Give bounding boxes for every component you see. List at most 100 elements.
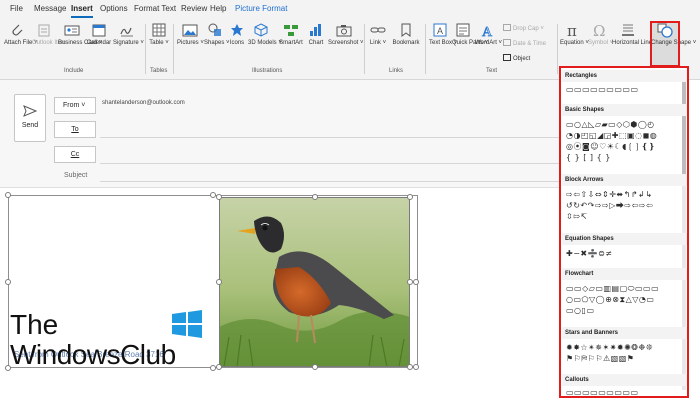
svg-text:π: π: [567, 22, 577, 38]
tab-picture-format[interactable]: Picture Format: [235, 4, 287, 13]
business-card-button[interactable]: Business Card ˅: [58, 22, 102, 47]
resize-handle[interactable]: [216, 364, 222, 370]
tab-insert[interactable]: Insert: [71, 4, 93, 13]
picture-icon: [182, 22, 198, 38]
shape-row[interactable]: ⇳⇰↸: [566, 212, 588, 222]
text-box-button[interactable]: A Text Box ˅: [429, 22, 457, 47]
shape-row[interactable]: ▭○△◺▱▰▭◇⬡⬢◯◴: [566, 120, 655, 130]
group-label-illustrations: Illustrations: [252, 68, 283, 74]
shape-row[interactable]: ✚−✖➗⊜≠: [566, 249, 612, 259]
menu-tab-bar: File Message Insert Options Format Text …: [0, 0, 700, 20]
wordart-button[interactable]: A WordArt ˅: [475, 22, 502, 47]
object-button[interactable]: Object: [503, 54, 530, 62]
section-title-basic-shapes: Basic Shapes: [565, 107, 605, 113]
shape-row[interactable]: ◎⦿◙☺♡☀☾◖❲❳❴❵: [566, 142, 656, 152]
attach-file-button[interactable]: Attach File ˅: [4, 22, 38, 47]
section-title-stars-and-banners: Stars and Banners: [565, 330, 619, 336]
quick-parts-icon: [455, 22, 471, 38]
pictures-button[interactable]: Pictures ˅: [177, 22, 204, 47]
horizontal-line-button[interactable]: Horizontal Line: [612, 22, 652, 47]
drop-cap-button[interactable]: Drop Cap ˅: [503, 24, 544, 32]
resize-handle[interactable]: [216, 279, 222, 285]
from-button[interactable]: From ˅: [54, 97, 96, 114]
svg-text:Ω: Ω: [593, 22, 605, 38]
resize-handle[interactable]: [5, 279, 11, 285]
3d-models-button[interactable]: 3D Models ˅: [248, 22, 282, 47]
shapes-icon: [207, 22, 223, 38]
tab-message[interactable]: Message: [34, 4, 66, 13]
signature-icon: [119, 22, 135, 38]
tab-help[interactable]: Help: [210, 4, 226, 13]
omega-icon: Ω: [591, 22, 607, 40]
tab-file[interactable]: File: [10, 4, 23, 13]
symbol-button[interactable]: Ω Symbol ˅: [588, 22, 613, 47]
smartart-icon: [283, 22, 299, 38]
send-button[interactable]: Send: [14, 94, 46, 142]
subject-field[interactable]: [100, 181, 560, 182]
message-header: Send From ˅ shantelanderson@outlook.com …: [0, 80, 560, 188]
signature-button[interactable]: Signature ˅: [113, 22, 144, 47]
table-button[interactable]: Table ˅: [148, 22, 170, 47]
section-title-rectangles: Rectangles: [565, 73, 598, 79]
gallery-scroll-thumb[interactable]: [682, 74, 686, 184]
group-label-links: Links: [389, 68, 404, 74]
watermark-logo: The WindowsClub: [10, 310, 210, 370]
link-button[interactable]: Link ˅: [368, 22, 388, 47]
chart-button[interactable]: Chart: [307, 22, 325, 47]
resize-handle[interactable]: [407, 194, 413, 200]
shape-row[interactable]: ▭○▯▭: [566, 306, 595, 316]
bookmark-button[interactable]: Bookmark: [391, 22, 421, 47]
screenshot-button[interactable]: Screenshot ˅: [328, 22, 364, 47]
shape-row[interactable]: ▭▭▭▭▭▭▭▭▭: [566, 85, 639, 95]
resize-handle[interactable]: [5, 192, 11, 198]
resize-handle[interactable]: [413, 364, 419, 370]
windows-logo-icon: [172, 310, 202, 338]
shape-row[interactable]: ✹✸☆✴✵✶✷✹✺❂❉❊: [566, 343, 653, 353]
resize-handle[interactable]: [216, 194, 222, 200]
group-separator: [173, 24, 174, 74]
quick-parts-button[interactable]: Quick Parts ˅: [452, 22, 488, 47]
horizontal-line-icon: [620, 22, 636, 38]
shape-row[interactable]: ↺↻↶↷⇨⇨▷⮕⇨⇦⇨⇦: [566, 201, 653, 211]
tab-review[interactable]: Review: [181, 4, 207, 13]
link-icon: [370, 22, 386, 38]
svg-text:A: A: [437, 26, 443, 36]
to-button[interactable]: To: [54, 121, 96, 138]
shape-row[interactable]: ▭▭◇▱▭▥▤▢⬭▭▭▭: [566, 284, 659, 294]
shape-row[interactable]: ⚑⚐⛿⚐⚐⚠▧▧⚑: [566, 354, 634, 364]
camera-icon: [336, 22, 352, 38]
resize-handle[interactable]: [312, 364, 318, 370]
outlook-item-button[interactable]: Outlook Item: [32, 22, 66, 47]
outlook-compose-window: File Message Insert Options Format Text …: [0, 0, 700, 400]
cc-button[interactable]: Cc: [54, 146, 96, 163]
from-address: shantelanderson@outlook.com: [102, 100, 185, 106]
icons-button[interactable]: Icons: [228, 22, 246, 47]
shapes-button[interactable]: Shapes ˅: [204, 22, 230, 47]
section-title-callouts: Callouts: [565, 377, 589, 383]
calendar-icon: [91, 22, 107, 38]
resize-handle[interactable]: [312, 194, 318, 200]
table-icon: [151, 22, 167, 38]
change-shape-gallery: Rectangles ▭▭▭▭▭▭▭▭▭ Basic Shapes ▭○△◺▱▰…: [559, 66, 689, 398]
calendar-button[interactable]: Calendar: [86, 22, 112, 47]
group-separator: [145, 24, 146, 74]
group-separator: [557, 24, 558, 74]
shape-row[interactable]: ▭▭▭▭▭▭▭▭▭: [566, 388, 639, 398]
cube-icon: [253, 22, 269, 38]
smartart-button[interactable]: SmartArt: [277, 22, 305, 47]
shape-row[interactable]: ⇨⇦⇧⇩⇔⇕✛⬌↰↱↲↳: [566, 190, 652, 200]
section-title-flowchart: Flowchart: [565, 271, 594, 277]
equation-button[interactable]: π Equation ˅: [560, 22, 589, 47]
shape-row[interactable]: ◔◑◰◱◢◲✚⬚▣◌◼◍: [566, 131, 657, 141]
date-time-button[interactable]: Date & Time: [503, 39, 546, 47]
business-card-icon: [64, 22, 80, 38]
shape-row[interactable]: ○▭⬠▽◯⊕⊗⧗△▽◔▭: [566, 295, 654, 305]
tab-options[interactable]: Options: [100, 4, 128, 13]
cc-field[interactable]: [100, 163, 560, 164]
tab-format-text[interactable]: Format Text: [134, 4, 176, 13]
resize-handle[interactable]: [413, 279, 419, 285]
icons-icon: [229, 22, 245, 38]
svg-text:A: A: [482, 25, 493, 38]
to-field[interactable]: [100, 137, 560, 138]
shape-row[interactable]: { } [ ] { }: [566, 153, 611, 163]
